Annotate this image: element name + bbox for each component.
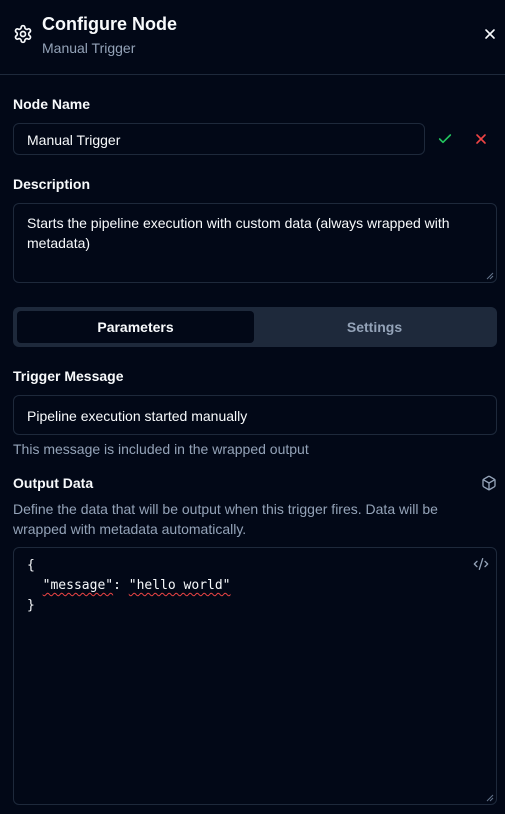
node-name-value: Manual Trigger bbox=[27, 132, 121, 148]
code-colon: : bbox=[113, 578, 129, 593]
tab-parameters[interactable]: Parameters bbox=[17, 311, 254, 343]
check-icon[interactable] bbox=[437, 131, 453, 147]
node-name-input[interactable]: Manual Trigger bbox=[13, 123, 425, 155]
description-value: Starts the pipeline execution with custo… bbox=[27, 215, 450, 251]
code-content: { "message": "hello world" } bbox=[27, 556, 231, 616]
description-label: Description bbox=[13, 176, 91, 192]
output-data-editor[interactable]: { "message": "hello world" } bbox=[13, 547, 497, 805]
tab-settings[interactable]: Settings bbox=[256, 311, 493, 343]
x-icon[interactable] bbox=[473, 131, 489, 147]
gear-icon bbox=[14, 24, 32, 44]
close-icon[interactable] bbox=[482, 26, 498, 42]
tab-list: Parameters Settings bbox=[13, 307, 497, 347]
resize-handle-icon[interactable] bbox=[486, 794, 494, 802]
description-textarea[interactable]: Starts the pipeline execution with custo… bbox=[13, 203, 497, 283]
trigger-message-help: This message is included in the wrapped … bbox=[13, 441, 309, 457]
code-icon[interactable] bbox=[473, 556, 489, 572]
code-open-brace: { bbox=[27, 558, 35, 573]
output-data-label: Output Data bbox=[13, 475, 94, 491]
node-name-label: Node Name bbox=[13, 96, 91, 112]
code-close-brace: } bbox=[27, 598, 35, 613]
panel-title: Configure Node bbox=[42, 14, 177, 34]
output-data-help: Define the data that will be output when… bbox=[13, 501, 438, 537]
code-value: "hello world" bbox=[128, 578, 231, 593]
panel-header: Configure Node Manual Trigger bbox=[0, 0, 505, 75]
panel-subtitle: Manual Trigger bbox=[42, 40, 136, 56]
resize-handle-icon[interactable] bbox=[486, 272, 494, 280]
trigger-message-input[interactable]: Pipeline execution started manually bbox=[13, 395, 497, 435]
trigger-message-value: Pipeline execution started manually bbox=[27, 408, 248, 424]
package-icon[interactable] bbox=[481, 475, 497, 491]
code-key: "message" bbox=[42, 578, 114, 593]
trigger-message-label: Trigger Message bbox=[13, 368, 124, 384]
